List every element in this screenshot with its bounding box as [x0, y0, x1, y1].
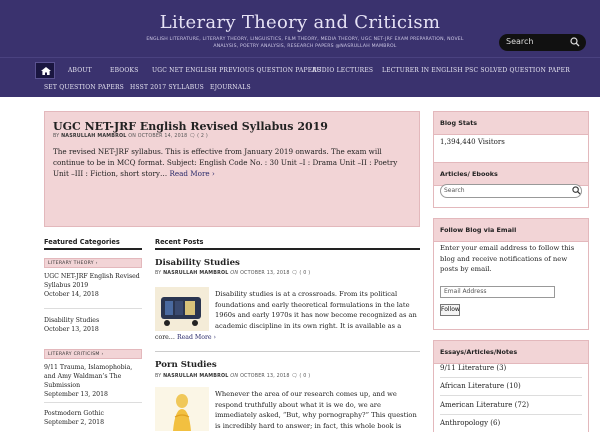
follow-description: Enter your email address to follow this …: [440, 244, 575, 273]
divider: [440, 377, 582, 378]
sidebar-search-input[interactable]: Search: [440, 184, 582, 198]
meta-by: BY: [155, 374, 162, 379]
category-label-literary-theory[interactable]: LITERARY THEORY ›: [44, 258, 142, 268]
essay-category-item[interactable]: 9/11 Literature (3): [440, 364, 506, 372]
post-meta: BY NASRULLAH MAMBROL ON OCTOBER 13, 2018…: [155, 270, 310, 276]
post-author[interactable]: NASRULLAH MAMBROL: [61, 134, 126, 139]
featured-item-title[interactable]: Disability Studies: [44, 317, 99, 324]
comment-icon: 🗨: [189, 134, 196, 139]
divider: [44, 248, 142, 250]
featured-item-title[interactable]: Postmodern Gothic: [44, 410, 104, 417]
nav-item-audio-lectures[interactable]: AUDIO LECTURES: [312, 67, 373, 74]
meta-by: BY: [155, 271, 162, 276]
widget-heading: Essays/Articles/Notes: [434, 341, 588, 364]
comment-icon: 🗨: [291, 374, 298, 379]
featured-item[interactable]: 9/11 Trauma, Islamophobia, and Amy Waldm…: [44, 363, 142, 399]
widget-heading: Blog Stats: [434, 112, 588, 135]
site-title[interactable]: Literary Theory and Criticism: [0, 12, 600, 33]
featured-item-title[interactable]: 9/11 Trauma, Islamophobia, and Amy Waldm…: [44, 364, 132, 389]
visitor-count: 1,394,440 Visitors: [440, 138, 505, 146]
search-icon[interactable]: [572, 186, 581, 195]
essay-category-item[interactable]: Anthropology (6): [440, 419, 500, 427]
post-date: OCTOBER 13, 2018: [240, 271, 290, 276]
post-date: OCTOBER 14, 2018: [137, 134, 188, 139]
post-author[interactable]: NASRULLAH MAMBROL: [163, 374, 228, 379]
email-placeholder: Email Address: [444, 288, 487, 295]
comment-icon: 🗨: [291, 271, 298, 276]
featured-item[interactable]: Postmodern Gothic September 2, 2018: [44, 409, 142, 427]
featured-post-meta: BY NASRULLAH MAMBROL ON OCTOBER 14, 2018…: [53, 134, 208, 139]
follow-button[interactable]: Follow: [440, 304, 460, 316]
excerpt-text: The revised NET-JRF syllabus. This is ef…: [53, 147, 398, 178]
search-icon[interactable]: [570, 37, 580, 47]
post-thumbnail-image[interactable]: [155, 387, 209, 431]
divider: [155, 351, 420, 352]
email-field[interactable]: Email Address: [440, 286, 555, 298]
featured-item-date: September 13, 2018: [44, 391, 108, 398]
post-title[interactable]: Porn Studies: [155, 360, 217, 370]
meta-on: ON: [230, 270, 239, 276]
featured-item-date: September 2, 2018: [44, 419, 105, 426]
site-header: Literary Theory and Criticism ENGLISH LI…: [0, 0, 600, 57]
divider: [155, 248, 420, 250]
featured-categories-heading: Featured Categories: [44, 238, 120, 246]
post-title[interactable]: Disability Studies: [155, 258, 240, 268]
meta-on: ON: [128, 134, 137, 139]
widget-heading: Articles/ Ebooks: [434, 163, 588, 186]
meta-by: BY: [53, 134, 60, 139]
post-author[interactable]: NASRULLAH MAMBROL: [163, 271, 228, 276]
nav-item-ejournals[interactable]: EJOURNALS: [210, 84, 251, 91]
post-excerpt: Disability studies is at a crossroads. F…: [215, 290, 417, 330]
post-more: core… Read More ›: [155, 334, 216, 341]
main-nav: [0, 57, 600, 97]
category-label-literary-criticism[interactable]: LITERARY CRITICISM ›: [44, 349, 142, 359]
featured-post: UGC NET-JRF English Revised Syllabus 201…: [44, 111, 420, 227]
nav-item-hsst-syllabus[interactable]: HSST 2017 SYLLABUS: [130, 84, 204, 91]
nav-item-set-papers[interactable]: SET QUESTION PAPERS: [44, 84, 124, 91]
comment-count[interactable]: ( 2 ): [197, 134, 208, 139]
post-excerpt: Whenever the area of our research comes …: [215, 390, 417, 430]
featured-item[interactable]: Disability Studies October 13, 2018: [44, 316, 142, 334]
read-more-link[interactable]: Read More ›: [177, 334, 216, 341]
divider: [44, 402, 142, 403]
site-tagline: ENGLISH LITERATURE, LITERARY THEORY, LIN…: [146, 37, 464, 49]
header-search-placeholder: Search: [506, 37, 534, 46]
featured-item[interactable]: UGC NET-JRF English Revised Syllabus 201…: [44, 272, 142, 299]
read-more-link[interactable]: Read More ›: [169, 169, 214, 178]
post-meta: BY NASRULLAH MAMBROL ON OCTOBER 13, 2018…: [155, 373, 310, 379]
comment-count[interactable]: ( 0 ): [299, 374, 310, 379]
nav-item-about[interactable]: ABOUT: [68, 67, 92, 74]
featured-item-date: October 14, 2018: [44, 291, 99, 298]
essay-category-item[interactable]: American Literature (72): [440, 401, 529, 409]
nav-home-button[interactable]: [35, 62, 55, 79]
featured-post-excerpt: The revised NET-JRF syllabus. This is ef…: [53, 146, 415, 179]
post-date: OCTOBER 13, 2018: [240, 374, 290, 379]
widget-heading: Follow Blog via Email: [434, 219, 588, 242]
sidebar-search-placeholder: Search: [444, 187, 465, 194]
featured-item-title[interactable]: UGC NET-JRF English Revised Syllabus 201…: [44, 273, 140, 289]
comment-count[interactable]: ( 0 ): [299, 271, 310, 276]
post-thumbnail-image[interactable]: [155, 287, 209, 331]
meta-on: ON: [230, 373, 239, 379]
excerpt-tail: core…: [155, 334, 175, 341]
featured-post-title[interactable]: UGC NET-JRF English Revised Syllabus 201…: [53, 120, 328, 133]
nav-item-ebooks[interactable]: EBOOKS: [110, 67, 139, 74]
divider: [440, 395, 582, 396]
nav-item-ugc-papers[interactable]: UGC NET ENGLISH PREVIOUS QUESTION PAPERS: [152, 67, 321, 74]
header-search-input[interactable]: Search: [499, 34, 586, 51]
essay-category-item[interactable]: African Literature (10): [440, 382, 521, 390]
home-icon: [41, 67, 51, 75]
divider: [44, 308, 142, 309]
recent-posts-heading: Recent Posts: [155, 238, 204, 246]
nav-item-psc-papers[interactable]: LECTURER IN ENGLISH PSC SOLVED QUESTION …: [382, 67, 570, 74]
featured-item-date: October 13, 2018: [44, 326, 99, 333]
divider: [440, 414, 582, 415]
